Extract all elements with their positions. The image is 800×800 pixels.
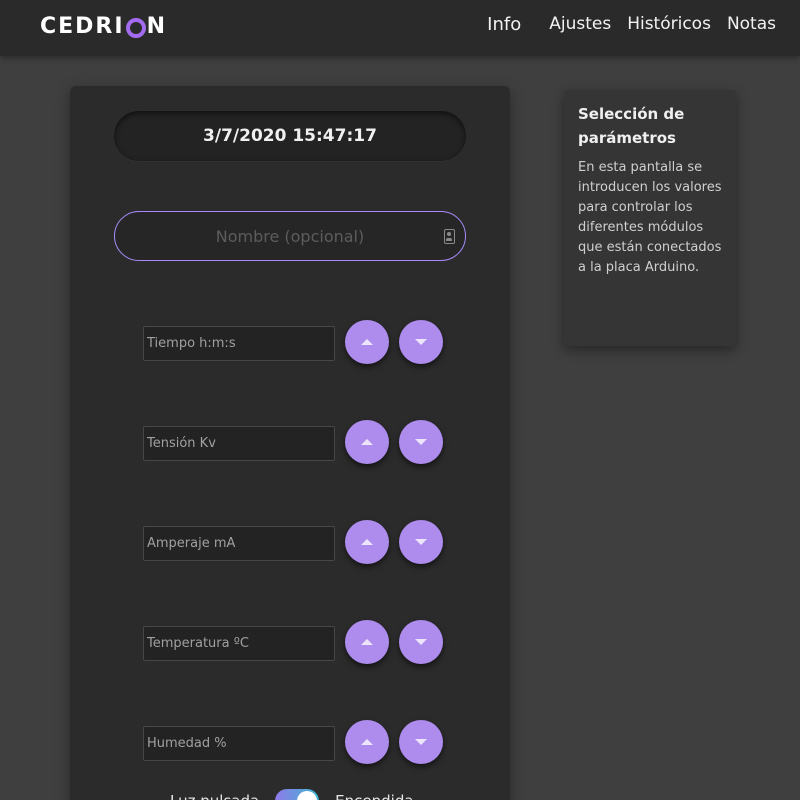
logo-ring-icon	[125, 17, 146, 38]
logo-text-end: N	[146, 14, 167, 39]
up-arrow-icon	[361, 339, 373, 345]
param-row-humedad	[143, 718, 453, 764]
temperatura-increase-button[interactable]	[345, 620, 389, 664]
info-body: En esta pantalla se introducen los valor…	[578, 160, 722, 275]
nav-historicos[interactable]: Históricos	[627, 14, 711, 35]
info-title: Selección de parámetros	[578, 105, 685, 147]
humedad-input[interactable]	[143, 726, 335, 761]
luz-pulsada-toggle[interactable]	[275, 789, 320, 800]
toggle-knob	[297, 791, 318, 800]
up-arrow-icon	[361, 439, 373, 445]
logo-text-start: CEDRI	[40, 14, 125, 39]
param-row-amperaje	[143, 518, 453, 564]
up-arrow-icon	[361, 739, 373, 745]
down-arrow-icon	[415, 339, 427, 345]
down-arrow-icon	[415, 739, 427, 745]
amperaje-decrease-button[interactable]	[399, 520, 443, 564]
tiempo-increase-button[interactable]	[345, 320, 389, 364]
name-input[interactable]	[160, 226, 420, 246]
up-arrow-icon	[361, 639, 373, 645]
humedad-decrease-button[interactable]	[399, 720, 443, 764]
up-arrow-icon	[361, 539, 373, 545]
datetime-display: 3/7/2020 15:47:17	[114, 111, 466, 161]
param-row-tiempo	[143, 318, 453, 364]
amperaje-input[interactable]	[143, 526, 335, 561]
name-field-wrapper	[114, 211, 466, 261]
tiempo-decrease-button[interactable]	[399, 320, 443, 364]
tiempo-input[interactable]	[143, 326, 335, 361]
param-row-temperatura	[143, 618, 453, 664]
humedad-increase-button[interactable]	[345, 720, 389, 764]
temperatura-decrease-button[interactable]	[399, 620, 443, 664]
logo[interactable]: CEDRI N	[40, 14, 167, 39]
tension-input[interactable]	[143, 426, 335, 461]
info-card: Selección de parámetros En esta pantalla…	[564, 90, 736, 346]
nav-info[interactable]: Info	[487, 14, 521, 35]
down-arrow-icon	[415, 539, 427, 545]
top-bar: CEDRI N Info Ajustes Históricos Notas	[0, 0, 800, 56]
nav-ajustes[interactable]: Ajustes	[549, 14, 611, 35]
tension-decrease-button[interactable]	[399, 420, 443, 464]
down-arrow-icon	[415, 439, 427, 445]
toggle-left-label: Luz pulsada	[170, 792, 259, 800]
main-nav: Info Ajustes Históricos Notas	[487, 14, 776, 35]
tension-increase-button[interactable]	[345, 420, 389, 464]
toggle-right-label: Encendida	[335, 792, 413, 800]
parameters-panel: 3/7/2020 15:47:17 Luz pulsada Encendida	[70, 86, 510, 800]
luz-pulsada-toggle-row: Luz pulsada Encendida	[170, 786, 430, 800]
temperatura-input[interactable]	[143, 626, 335, 661]
amperaje-increase-button[interactable]	[345, 520, 389, 564]
param-row-tension	[143, 418, 453, 464]
down-arrow-icon	[415, 639, 427, 645]
nav-notas[interactable]: Notas	[727, 14, 776, 35]
contact-card-icon[interactable]	[444, 229, 455, 244]
